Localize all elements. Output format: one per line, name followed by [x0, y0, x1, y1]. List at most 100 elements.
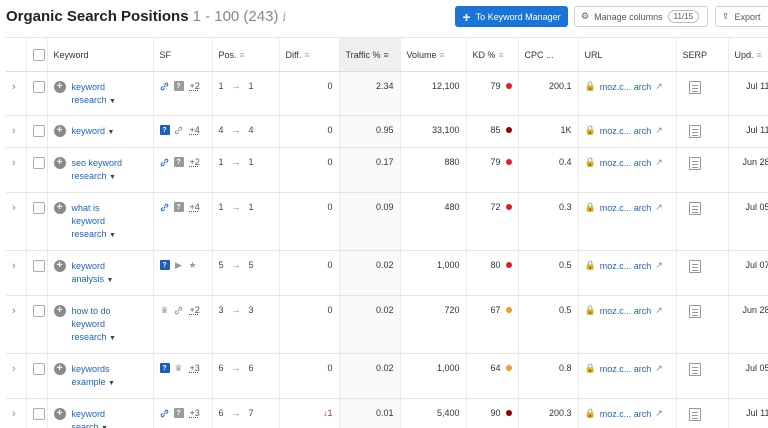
col-traffic[interactable]: Traffic % ≡: [339, 37, 401, 72]
chevron-right-icon[interactable]: ›: [12, 305, 16, 317]
table-row[interactable]: › + keyword search ▼? +3 6 → 7 ↓1 0.01 5,400 90 200…: [6, 398, 768, 428]
external-link-icon[interactable]: ↗: [655, 408, 663, 419]
add-keyword-icon[interactable]: +: [53, 305, 66, 317]
table-row[interactable]: › + keyword research ▼? +2 1 → 1 0 2.34 12,100 79 2…: [6, 71, 768, 116]
url-link[interactable]: moz.c... arch: [600, 203, 652, 213]
keyword-link[interactable]: keyword research ▼: [72, 81, 128, 108]
caret-down-icon[interactable]: ▼: [108, 380, 115, 387]
keyword-link[interactable]: keyword analysis ▼: [72, 260, 128, 287]
expand-cell[interactable]: ›: [6, 192, 27, 251]
col-kd[interactable]: KD % ≡: [466, 37, 519, 72]
chevron-right-icon[interactable]: ›: [12, 157, 16, 169]
add-keyword-icon[interactable]: +: [53, 202, 66, 214]
row-checkbox[interactable]: [32, 363, 45, 375]
expand-cell[interactable]: ›: [6, 353, 27, 399]
select-cell[interactable]: [26, 115, 48, 148]
table-row[interactable]: › + what is keyword research ▼? +4 1 → 1 0 0.09 4…: [6, 192, 768, 251]
serp-snapshot-icon[interactable]: [688, 260, 701, 273]
serp-snapshot-icon[interactable]: [688, 202, 701, 215]
chevron-right-icon[interactable]: ›: [12, 363, 16, 375]
table-row[interactable]: › + keyword ▼? +4 4 → 4 0 0.95 33,100 85 1K 🔒 moz.c..…: [6, 115, 768, 148]
chevron-right-icon[interactable]: ›: [12, 408, 16, 420]
select-cell[interactable]: [26, 147, 48, 193]
table-row[interactable]: › + keywords example ▼? ♛ +3 6 → 6 0 0.02 1,000 64 0…: [6, 353, 768, 399]
row-checkbox[interactable]: [32, 260, 45, 272]
external-link-icon[interactable]: ↗: [655, 157, 663, 168]
sort-icon[interactable]: ≡: [757, 50, 762, 60]
url-link[interactable]: moz.c... arch: [600, 409, 652, 419]
caret-down-icon[interactable]: ▼: [107, 277, 114, 284]
add-keyword-icon[interactable]: +: [53, 260, 66, 272]
row-checkbox[interactable]: [32, 408, 45, 420]
row-checkbox[interactable]: [32, 125, 45, 137]
sf-more-link[interactable]: +3: [190, 408, 200, 418]
col-volume[interactable]: Volume ≡: [400, 37, 467, 72]
keyword-link[interactable]: how to do keyword research ▼: [72, 305, 128, 345]
url-link[interactable]: moz.c... arch: [600, 158, 652, 168]
expand-cell[interactable]: ›: [6, 71, 27, 116]
select-cell[interactable]: [26, 295, 48, 354]
chevron-right-icon[interactable]: ›: [12, 125, 16, 137]
info-icon[interactable]: i: [282, 10, 286, 24]
caret-down-icon[interactable]: ▼: [109, 232, 116, 239]
chevron-right-icon[interactable]: ›: [12, 202, 16, 214]
sf-more-link[interactable]: +4: [190, 202, 200, 212]
serp-snapshot-icon[interactable]: [688, 305, 701, 318]
external-link-icon[interactable]: ↗: [655, 202, 663, 213]
serp-snapshot-icon[interactable]: [688, 408, 701, 421]
external-link-icon[interactable]: ↗: [655, 363, 663, 374]
export-button[interactable]: ⇪ Export: [715, 6, 768, 27]
expand-cell[interactable]: ›: [6, 398, 27, 428]
keyword-link[interactable]: keyword ▼: [72, 125, 128, 139]
url-link[interactable]: moz.c... arch: [600, 364, 652, 374]
col-diff[interactable]: Diff. ≡: [279, 37, 340, 72]
sort-icon[interactable]: ≡: [499, 50, 504, 60]
select-cell[interactable]: [26, 250, 48, 296]
sf-more-link[interactable]: +2: [190, 81, 200, 91]
caret-down-icon[interactable]: ▼: [109, 335, 116, 342]
external-link-icon[interactable]: ↗: [655, 260, 663, 271]
select-cell[interactable]: [26, 192, 48, 251]
col-keyword[interactable]: Keyword: [47, 37, 154, 72]
table-row[interactable]: › + seo keyword research ▼? +2 1 → 1 0 0.17 880 79…: [6, 147, 768, 193]
row-checkbox[interactable]: [32, 157, 45, 169]
sf-more-link[interactable]: +2: [190, 305, 200, 315]
keyword-link[interactable]: keywords example ▼: [72, 363, 128, 390]
caret-down-icon[interactable]: ▼: [109, 98, 116, 105]
sort-active-icon[interactable]: ≡: [384, 50, 389, 60]
url-link[interactable]: moz.c... arch: [600, 261, 652, 271]
select-all-checkbox[interactable]: [32, 48, 45, 61]
serp-snapshot-icon[interactable]: [688, 81, 701, 94]
external-link-icon[interactable]: ↗: [655, 125, 663, 136]
expand-cell[interactable]: ›: [6, 250, 27, 296]
add-keyword-icon[interactable]: +: [53, 125, 66, 137]
caret-down-icon[interactable]: ▼: [108, 129, 115, 136]
add-keyword-icon[interactable]: +: [53, 408, 66, 420]
url-link[interactable]: moz.c... arch: [600, 306, 652, 316]
col-pos[interactable]: Pos. ≡: [212, 37, 280, 72]
to-keyword-manager-button[interactable]: + To Keyword Manager: [455, 6, 568, 27]
table-row[interactable]: › + keyword analysis ▼? ▶ ★ 5 → 5 0 0.02 1,000 80 0.…: [6, 250, 768, 296]
chevron-right-icon[interactable]: ›: [12, 260, 16, 272]
serp-snapshot-icon[interactable]: [688, 363, 701, 376]
serp-snapshot-icon[interactable]: [688, 157, 701, 170]
row-checkbox[interactable]: [32, 305, 45, 317]
manage-columns-button[interactable]: ⚙ Manage columns 11/15: [574, 6, 708, 27]
sort-icon[interactable]: ≡: [304, 50, 309, 60]
row-checkbox[interactable]: [32, 202, 45, 214]
keyword-link[interactable]: what is keyword research ▼: [72, 202, 128, 242]
keyword-link[interactable]: seo keyword research ▼: [72, 157, 128, 184]
col-upd[interactable]: Upd. ≡: [728, 37, 768, 72]
url-link[interactable]: moz.c... arch: [600, 126, 652, 136]
sf-more-link[interactable]: +4: [190, 125, 200, 135]
external-link-icon[interactable]: ↗: [655, 305, 663, 316]
select-cell[interactable]: [26, 353, 48, 399]
add-keyword-icon[interactable]: +: [53, 363, 66, 375]
sf-more-link[interactable]: +3: [190, 363, 200, 373]
sf-more-link[interactable]: +2: [190, 157, 200, 167]
select-cell[interactable]: [26, 398, 48, 428]
add-keyword-icon[interactable]: +: [53, 81, 66, 93]
expand-cell[interactable]: ›: [6, 115, 27, 148]
select-cell[interactable]: [26, 71, 48, 116]
col-cpc[interactable]: CPC ...: [518, 37, 579, 72]
